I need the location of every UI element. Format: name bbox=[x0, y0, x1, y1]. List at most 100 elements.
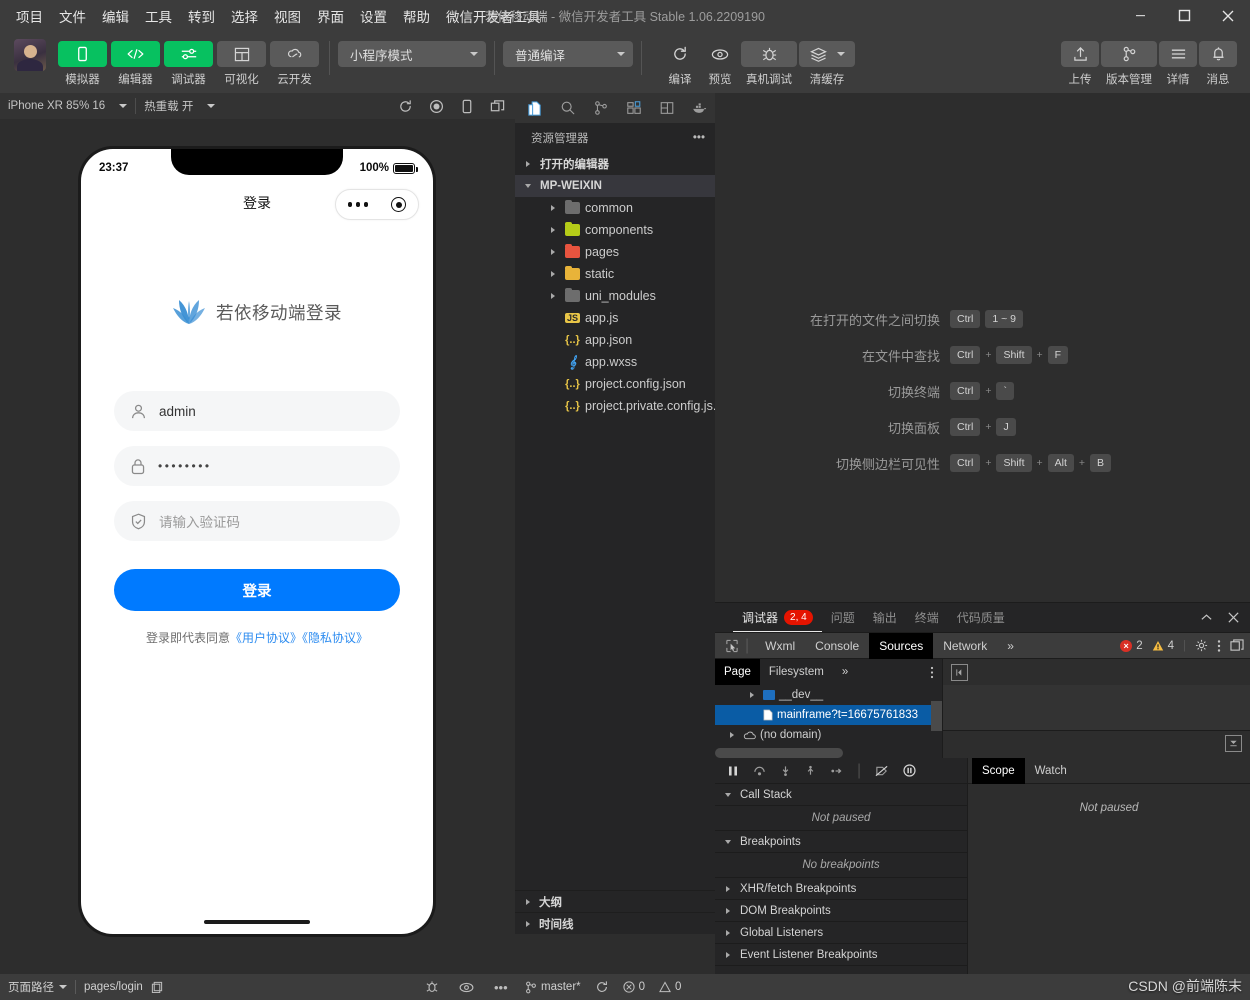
login-field-1[interactable]: •••••••• bbox=[114, 446, 400, 486]
dropdown-icon[interactable] bbox=[1225, 735, 1242, 752]
inspect-element-icon[interactable] bbox=[719, 639, 745, 653]
more-icon[interactable]: ••• bbox=[693, 132, 705, 144]
sources-tree-item-(no domain)[interactable]: (no domain) bbox=[715, 725, 942, 745]
explorer-item-app.js[interactable]: JS app.js bbox=[515, 307, 715, 329]
device-icon[interactable] bbox=[460, 99, 474, 114]
kebab-icon[interactable] bbox=[930, 666, 934, 679]
accordion-header-XHR/fetch Breakpoints[interactable]: XHR/fetch Breakpoints bbox=[715, 878, 967, 900]
error-count-badge[interactable]: × 2 bbox=[1120, 639, 1143, 652]
sources-nav-tab-Filesystem[interactable]: Filesystem bbox=[760, 659, 833, 685]
source-control-icon[interactable] bbox=[585, 94, 616, 122]
sources-nav-tab-Page[interactable]: Page bbox=[715, 659, 760, 685]
extensions-icon[interactable] bbox=[618, 94, 649, 122]
panel-tab-代码质量[interactable]: 代码质量 bbox=[948, 603, 1014, 632]
toolbar-button-消息[interactable]: 消息 bbox=[1199, 31, 1237, 87]
explorer-item-uni_modules[interactable]: uni_modules bbox=[515, 285, 715, 307]
target-icon[interactable] bbox=[391, 197, 407, 212]
toolbar-button-模拟器[interactable]: 模拟器 bbox=[58, 31, 107, 87]
toolbar-button-清缓存[interactable]: 清缓存 bbox=[799, 31, 855, 87]
devtools-tab-Wxml[interactable]: Wxml bbox=[755, 633, 805, 659]
status-page-path[interactable]: 页面路径 pages/login bbox=[0, 979, 163, 995]
login-field-0[interactable]: admin bbox=[114, 391, 400, 431]
explorer-section-时间线[interactable]: 时间线 bbox=[515, 912, 715, 934]
menu-item-3[interactable]: 工具 bbox=[137, 3, 180, 29]
page-path-dropdown[interactable]: 页面路径 bbox=[8, 979, 67, 995]
menu-item-7[interactable]: 界面 bbox=[309, 3, 352, 29]
toolbar-button-调试器[interactable]: 调试器 bbox=[164, 31, 213, 87]
menu-item-1[interactable]: 文件 bbox=[51, 3, 94, 29]
accordion-header-DOM Breakpoints[interactable]: DOM Breakpoints bbox=[715, 900, 967, 922]
collapse-left-icon[interactable] bbox=[951, 663, 968, 681]
devtools-tab-Sources[interactable]: Sources bbox=[869, 632, 934, 659]
close-icon[interactable] bbox=[1227, 611, 1240, 624]
user-avatar[interactable] bbox=[14, 39, 46, 71]
search-icon[interactable] bbox=[552, 94, 583, 122]
chevron-up-icon[interactable] bbox=[1200, 611, 1213, 624]
devtools-tab-Network[interactable]: Network bbox=[933, 633, 997, 659]
scope-tab-Scope[interactable]: Scope bbox=[972, 757, 1025, 784]
device-select[interactable]: iPhone XR 85% 16 bbox=[0, 100, 135, 112]
deactivate-breakpoints-icon[interactable] bbox=[875, 765, 889, 777]
scope-tab-Watch[interactable]: Watch bbox=[1025, 758, 1077, 784]
menu-item-4[interactable]: 转到 bbox=[180, 3, 223, 29]
maximize-button[interactable] bbox=[1162, 0, 1206, 31]
step-icon[interactable] bbox=[830, 765, 843, 777]
explorer-item-pages[interactable]: pages bbox=[515, 241, 715, 263]
accordion-header-Global Listeners[interactable]: Global Listeners bbox=[715, 922, 967, 944]
gear-icon[interactable] bbox=[1195, 639, 1208, 652]
problems-warnings[interactable]: 0 bbox=[659, 981, 681, 993]
warning-count-badge[interactable]: 4 bbox=[1152, 640, 1174, 652]
explorer-item-project.config.json[interactable]: {..} project.config.json bbox=[515, 373, 715, 395]
devtools-tab-Console[interactable]: Console bbox=[805, 633, 869, 659]
panel-tab-输出[interactable]: 输出 bbox=[864, 603, 906, 632]
menu-item-5[interactable]: 选择 bbox=[223, 3, 266, 29]
toolbar-button-真机调试[interactable]: 真机调试 bbox=[741, 31, 797, 87]
toolbar-button-详情[interactable]: 详情 bbox=[1159, 31, 1197, 87]
sources-tree-item-__dev__[interactable]: __dev__ bbox=[715, 685, 942, 705]
login-field-2[interactable]: 请输入验证码 bbox=[114, 501, 400, 541]
sync-icon[interactable] bbox=[595, 980, 609, 994]
menu-item-2[interactable]: 编辑 bbox=[94, 3, 137, 29]
sources-hscrollbar[interactable] bbox=[715, 748, 942, 758]
explorer-section-open-editors[interactable]: 打开的编辑器 bbox=[515, 153, 715, 175]
git-branch[interactable]: master* bbox=[525, 981, 581, 994]
menu-item-10[interactable]: 微信开发者工具 bbox=[438, 3, 549, 29]
wechat-capsule[interactable] bbox=[335, 189, 419, 220]
panel-tab-调试器[interactable]: 调试器 2, 4 bbox=[733, 603, 822, 632]
docker-icon[interactable] bbox=[684, 94, 715, 122]
step-over-icon[interactable] bbox=[753, 765, 766, 777]
explorer-item-app.json[interactable]: {..} app.json bbox=[515, 329, 715, 351]
sources-nav-tab-»[interactable]: » bbox=[833, 659, 857, 685]
explorer-item-app.wxss[interactable]: 𝄞 app.wxss bbox=[515, 351, 715, 373]
explorer-section-大纲[interactable]: 大纲 bbox=[515, 890, 715, 912]
remote-icon[interactable] bbox=[651, 94, 682, 122]
toolbar-button-编辑器[interactable]: 编辑器 bbox=[111, 31, 160, 87]
sources-tree-item-mainframe?t=16675761833[interactable]: mainframe?t=16675761833 bbox=[715, 705, 942, 725]
menu-item-9[interactable]: 帮助 bbox=[395, 3, 438, 29]
copy-icon[interactable] bbox=[151, 981, 163, 993]
hot-reload-select[interactable]: 热重载 开 bbox=[136, 98, 223, 114]
explorer-item-project.private.config.js...[interactable]: {..} project.private.config.js... bbox=[515, 395, 715, 417]
step-out-icon[interactable] bbox=[805, 765, 816, 777]
mode-select[interactable]: 小程序模式 bbox=[338, 41, 486, 67]
privacy-agreement-link[interactable]: 《隐私协议》 bbox=[302, 631, 368, 645]
window-icon[interactable] bbox=[490, 99, 505, 114]
explorer-item-common[interactable]: common bbox=[515, 197, 715, 219]
close-button[interactable] bbox=[1206, 0, 1250, 31]
eye-icon[interactable] bbox=[459, 981, 474, 994]
toolbar-button-编译[interactable]: 编译 bbox=[661, 31, 699, 87]
menu-item-0[interactable]: 项目 bbox=[8, 3, 51, 29]
files-icon[interactable] bbox=[519, 94, 550, 122]
accordion-header-Breakpoints[interactable]: Breakpoints bbox=[715, 831, 967, 853]
menu-item-6[interactable]: 视图 bbox=[266, 3, 309, 29]
compile-select[interactable]: 普通编译 bbox=[503, 41, 633, 67]
step-into-icon[interactable] bbox=[780, 765, 791, 777]
toolbar-button-上传[interactable]: 上传 bbox=[1061, 31, 1099, 87]
toolbar-button-预览[interactable]: 预览 bbox=[701, 31, 739, 87]
menu-item-8[interactable]: 设置 bbox=[352, 3, 395, 29]
explorer-item-static[interactable]: static bbox=[515, 263, 715, 285]
toolbar-button-云开发[interactable]: 云开发 bbox=[270, 31, 319, 87]
bug-icon[interactable] bbox=[425, 980, 439, 994]
pause-exceptions-icon[interactable] bbox=[903, 764, 916, 777]
panel-tab-问题[interactable]: 问题 bbox=[822, 603, 864, 632]
